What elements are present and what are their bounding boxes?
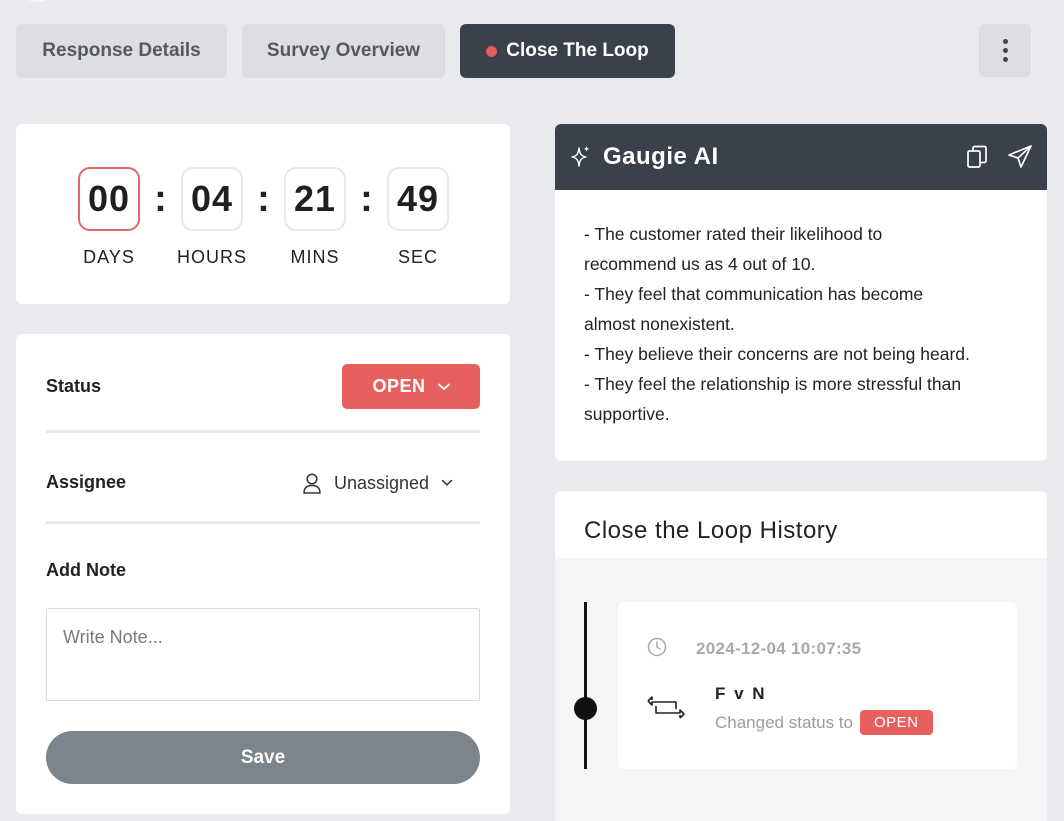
status-badge: OPEN: [859, 710, 933, 735]
tab-label: Close The Loop: [506, 40, 649, 61]
countdown-hours-value: 04: [181, 167, 243, 231]
countdown-mins-label: MINS: [290, 247, 340, 267]
countdown-hours: 04 HOURS: [177, 167, 246, 268]
ai-actions: [965, 144, 1033, 170]
tab-label: Response Details: [42, 40, 201, 61]
history-title: Close the Loop History: [584, 517, 838, 544]
countdown-sec-value: 49: [387, 167, 449, 231]
ticket-panel: Status OPEN Assignee Unassigned Add Note…: [16, 334, 510, 814]
countdown-timer: 00 DAYS : 04 HOURS : 21 MINS : 49 SEC: [78, 167, 449, 268]
close-loop-page: Response Details Survey Overview Close T…: [0, 0, 1064, 821]
ai-line: - The customer rated their likelihood to: [584, 224, 883, 244]
countdown-separator: :: [360, 178, 373, 220]
countdown-separator: :: [154, 178, 167, 220]
countdown-separator: :: [257, 178, 270, 220]
chevron-down-icon: [441, 479, 453, 486]
tab-bar: Response Details Survey Overview Close T…: [16, 24, 675, 78]
copy-icon[interactable]: [965, 144, 989, 170]
send-icon[interactable]: [1007, 144, 1033, 170]
history-card: Close the Loop History 2024-12-04 10:07:…: [555, 491, 1047, 821]
countdown-sec: 49 SEC: [387, 167, 449, 268]
countdown-days-label: DAYS: [83, 247, 135, 267]
history-timestamp: 2024-12-04 10:07:35: [696, 639, 862, 658]
tab-close-the-loop[interactable]: Close The Loop: [460, 24, 675, 78]
status-label: Status: [46, 376, 102, 396]
assignee-value: Unassigned: [334, 472, 430, 493]
status-dot-icon: [486, 45, 498, 57]
ai-line: - They believe their concerns are not be…: [584, 344, 970, 364]
note-textarea[interactable]: [46, 608, 480, 701]
more-options-button[interactable]: [979, 24, 1031, 77]
ai-line: recommend us as 4 out of 10.: [584, 254, 816, 274]
tab-survey-overview[interactable]: Survey Overview: [242, 24, 445, 78]
user-icon: [303, 473, 321, 494]
add-note-label: Add Note: [46, 560, 126, 580]
assignee-dropdown[interactable]: Unassigned: [302, 468, 453, 498]
countdown-hours-label: HOURS: [177, 247, 248, 267]
countdown-card: 00 DAYS : 04 HOURS : 21 MINS : 49 SEC: [16, 124, 510, 304]
chevron-down-icon: [437, 383, 450, 390]
divider: [46, 521, 480, 524]
timeline-line: [584, 602, 587, 769]
ai-summary-text: - The customer rated their likelihood to…: [555, 190, 1047, 429]
tab-label: Survey Overview: [266, 40, 421, 61]
history-entry: 2024-12-04 10:07:35 F v N Changed status…: [618, 602, 1017, 769]
countdown-mins: 21 MINS: [284, 167, 346, 268]
history-change: Changed status to OPEN: [715, 710, 933, 735]
ai-line: - They feel that communication has becom…: [584, 284, 924, 304]
more-vertical-icon-dot: [1002, 57, 1008, 62]
countdown-days-value: 00: [78, 167, 140, 231]
history-timeline: 2024-12-04 10:07:35 F v N Changed status…: [555, 558, 1047, 821]
countdown-days: 00 DAYS: [78, 167, 140, 268]
save-button[interactable]: Save: [46, 731, 480, 784]
save-button-label: Save: [240, 746, 286, 768]
timeline-dot: [574, 697, 597, 720]
assignee-label: Assignee: [46, 472, 127, 492]
countdown-mins-value: 21: [284, 167, 346, 231]
more-vertical-icon: [1002, 39, 1008, 44]
countdown-sec-label: SEC: [397, 247, 438, 267]
ai-line: supportive.: [584, 404, 670, 424]
repeat-icon: [647, 696, 685, 719]
tab-response-details[interactable]: Response Details: [16, 24, 227, 78]
ai-line: - They feel the relationship is more str…: [584, 374, 962, 394]
ai-summary-card: Gaugie AI - The customer rated their lik…: [555, 124, 1047, 461]
clock-icon: [647, 637, 667, 657]
status-value: OPEN: [372, 376, 426, 396]
avatar: [18, 0, 56, 2]
history-user: F v N: [715, 684, 767, 703]
history-change-text: Changed status to: [715, 712, 853, 732]
ai-header: Gaugie AI: [555, 124, 1047, 190]
ai-line: almost nonexistent.: [584, 314, 735, 334]
sparkle-icon: [571, 146, 590, 167]
ai-title: Gaugie AI: [603, 143, 719, 170]
more-vertical-icon-dot: [1002, 48, 1008, 53]
status-dropdown[interactable]: OPEN: [342, 364, 480, 409]
divider: [46, 430, 480, 433]
